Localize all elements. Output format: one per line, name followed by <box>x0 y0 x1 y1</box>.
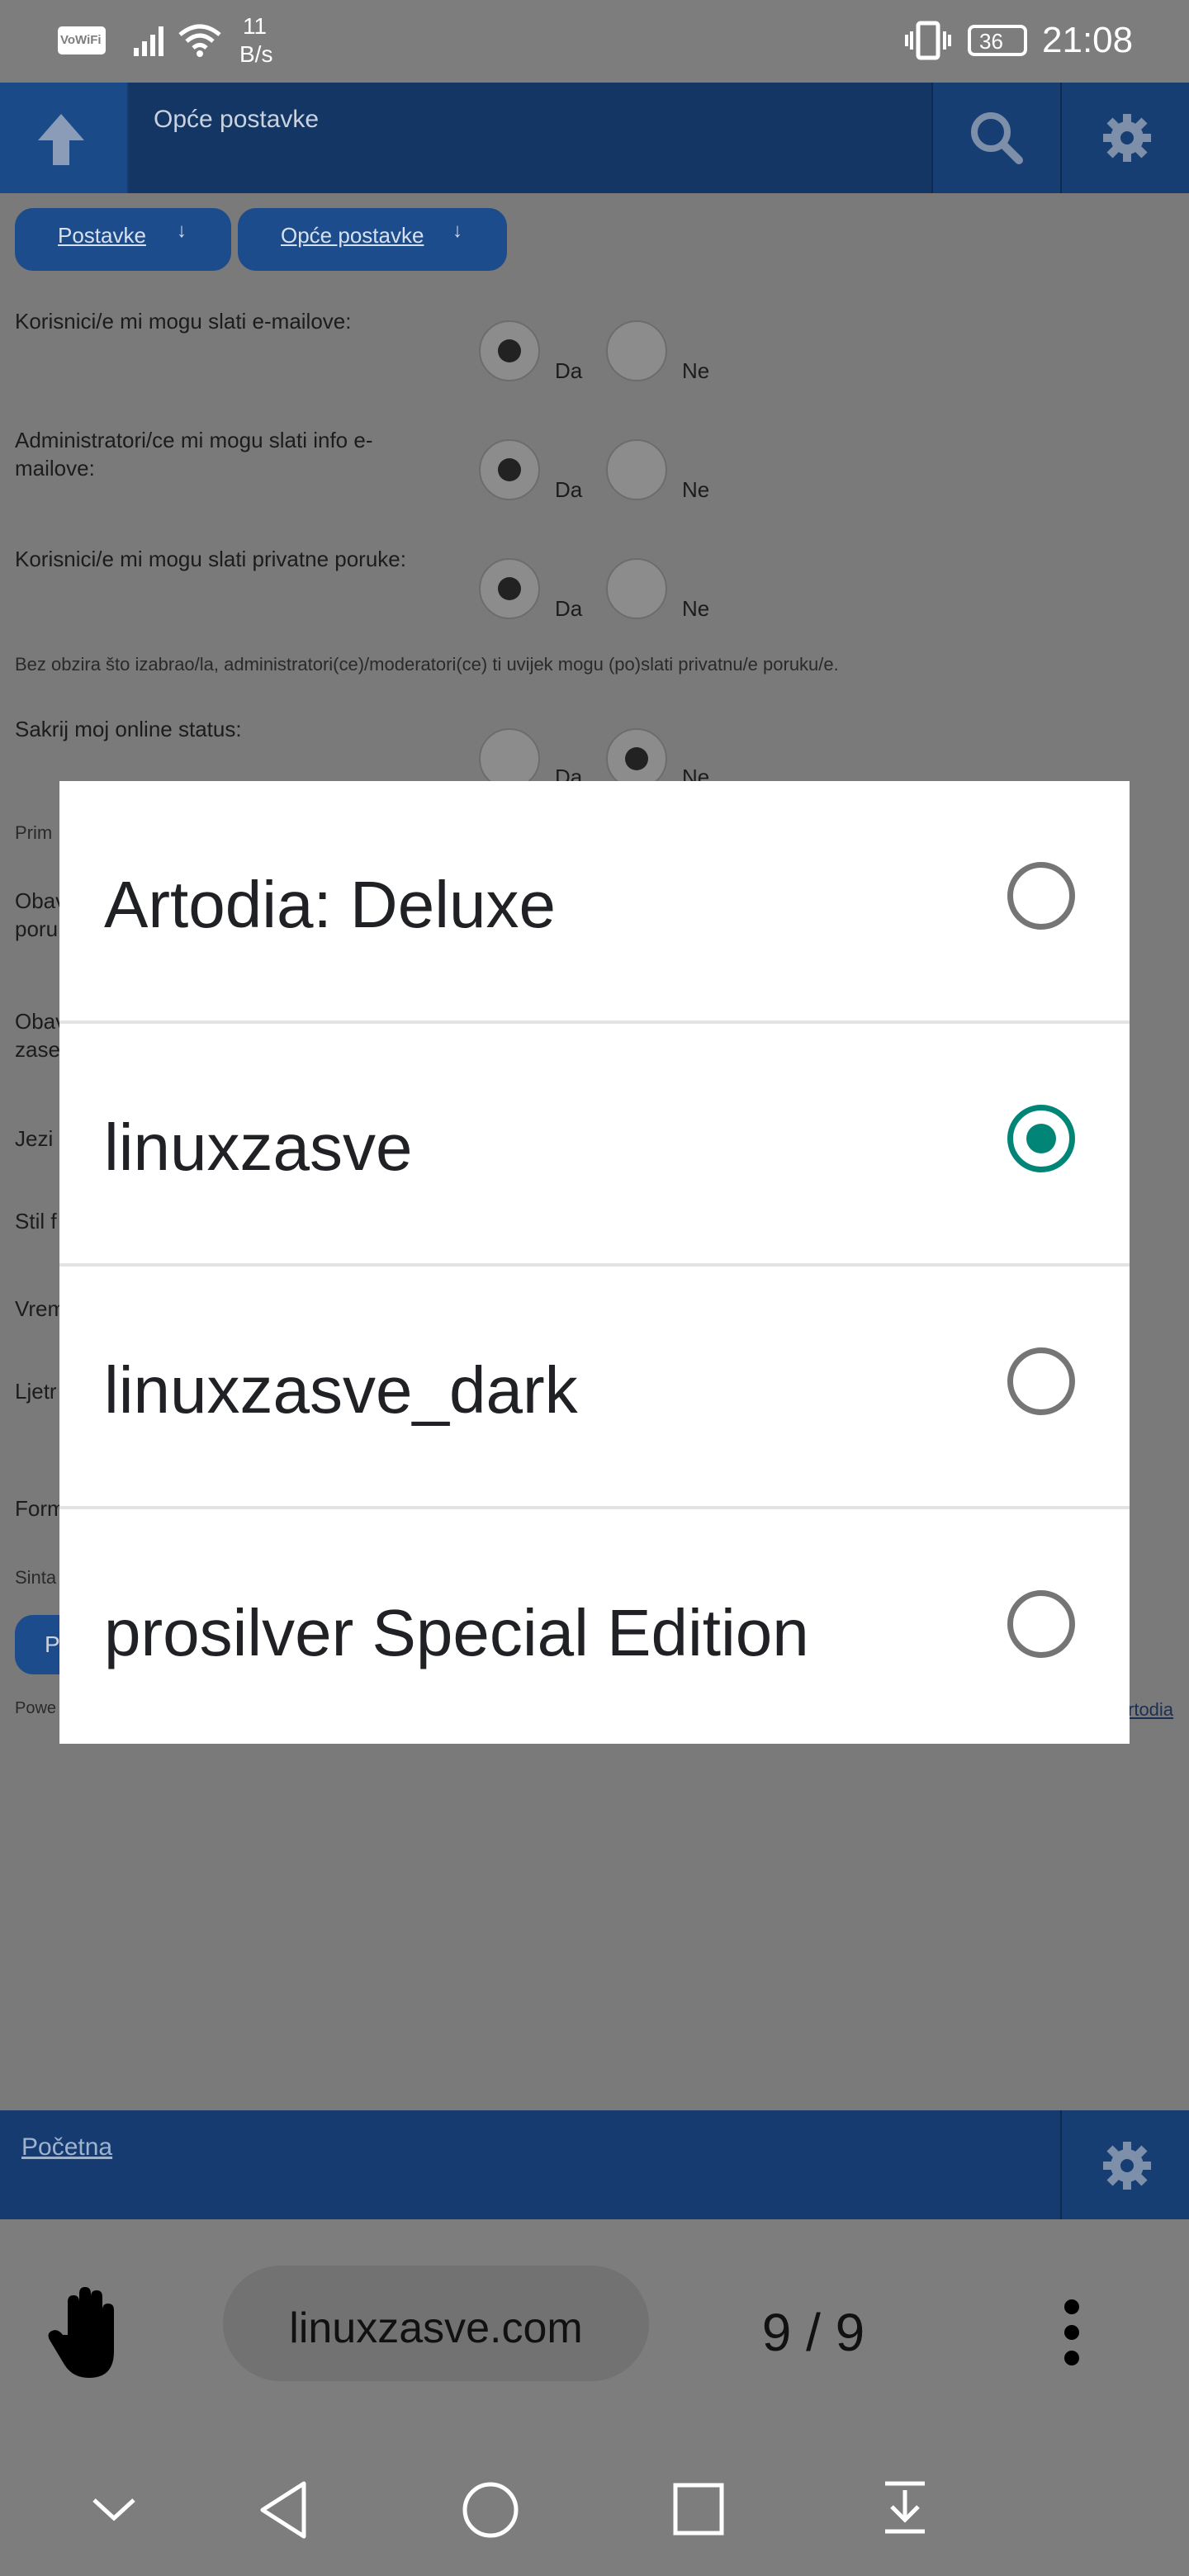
gear-icon <box>1103 2142 1151 2190</box>
partial-label: Vrem <box>15 1296 66 1321</box>
radio-no-label: Ne <box>682 358 710 383</box>
partial-label: Prim <box>15 822 53 843</box>
notification-pull-icon[interactable] <box>882 2479 928 2536</box>
radio-yes[interactable] <box>479 320 540 381</box>
theme-option-label: Artodia: Deluxe <box>104 868 556 941</box>
chevron-down-icon[interactable] <box>91 2493 137 2526</box>
partial-label: Ljetr <box>15 1379 57 1404</box>
back-icon[interactable] <box>256 2479 310 2541</box>
browser-toolbar: linuxzasve.com 9 / 9 <box>0 2219 1189 2444</box>
net-speed-unit: B/s <box>239 41 273 67</box>
vibrate-icon <box>905 21 951 60</box>
setting-label: Korisnici/e mi mogu slati e-mailove: <box>15 309 352 334</box>
partial-label: Obav <box>15 1009 67 1034</box>
partial-label: Stil f <box>15 1209 57 1234</box>
forum-footer: Početna <box>0 2110 1189 2219</box>
radio-button[interactable] <box>1007 862 1075 930</box>
home-link[interactable]: Početna <box>21 2133 112 2162</box>
theme-option-label: prosilver Special Edition <box>104 1596 809 1669</box>
footer-settings-button[interactable] <box>1060 2110 1189 2219</box>
gear-icon <box>1103 114 1151 162</box>
partial-label: Sinta <box>15 1567 57 1588</box>
header-title-area: Opće postavke <box>129 83 931 193</box>
radio-yes[interactable] <box>479 728 540 789</box>
page-title: Opće postavke <box>154 106 320 133</box>
radio-no-label: Ne <box>682 477 710 502</box>
theme-option-label: linuxzasve_dark <box>104 1353 578 1427</box>
breadcrumb-opce-postavke[interactable]: Opće postavke ↓ <box>238 208 507 271</box>
style-credit-link[interactable]: rtodia <box>1128 1699 1173 1721</box>
recents-icon[interactable] <box>672 2482 725 2536</box>
partial-label: Form <box>15 1496 65 1521</box>
setting-label: Administratori/ce mi mogu slati info e-m… <box>15 428 373 481</box>
url-text: linuxzasve.com <box>289 2304 583 2352</box>
battery-icon: 36 <box>968 25 1027 56</box>
home-icon[interactable] <box>461 2480 520 2540</box>
radio-yes-label: Da <box>555 596 583 621</box>
theme-select-dialog: Artodia: Deluxe linuxzasve linuxzasve_da… <box>59 781 1130 1744</box>
arrow-up-icon <box>38 114 84 165</box>
search-icon <box>971 112 1023 164</box>
setting-label: Korisnici/e mi mogu slati privatne poruk… <box>15 547 406 571</box>
radio-button[interactable] <box>1007 1590 1075 1658</box>
radio-no[interactable] <box>606 558 667 619</box>
forum-header: Opće postavke <box>0 83 1189 193</box>
wifi-icon <box>178 24 221 57</box>
settings-button[interactable] <box>1060 83 1189 193</box>
hand-icon[interactable] <box>43 2285 134 2384</box>
breadcrumb-postavke[interactable]: Postavke ↓ <box>15 208 231 271</box>
radio-button[interactable] <box>1007 1347 1075 1415</box>
system-navigation <box>0 2444 1189 2576</box>
status-bar: VoWiFi 11 B/s 36 21:08 <box>0 0 1189 83</box>
radio-no-label: Ne <box>682 596 710 621</box>
partial-label: poru <box>15 916 59 941</box>
arrow-down-icon: ↓ <box>452 220 462 242</box>
partial-label: Obav <box>15 888 67 913</box>
setting-label: Sakrij moj online status: <box>15 717 242 741</box>
more-vert-icon[interactable] <box>1055 2295 1088 2370</box>
up-button[interactable] <box>0 83 127 193</box>
partial-label: zase <box>15 1037 60 1062</box>
theme-option[interactable]: linuxzasve_dark <box>59 1267 1130 1509</box>
theme-option[interactable]: Artodia: Deluxe <box>59 781 1130 1024</box>
theme-option-selected[interactable]: linuxzasve <box>59 1024 1130 1267</box>
url-bar[interactable]: linuxzasve.com <box>223 2266 649 2381</box>
tab-counter[interactable]: 9 / 9 <box>727 2302 900 2363</box>
radio-button-selected[interactable] <box>1007 1105 1075 1172</box>
search-button[interactable] <box>931 83 1062 193</box>
signal-icon <box>134 26 163 56</box>
partial-label: Jezi <box>15 1126 54 1151</box>
radio-yes-label: Da <box>555 477 583 502</box>
theme-option[interactable]: prosilver Special Edition <box>59 1509 1130 1744</box>
theme-option-label: linuxzasve <box>104 1110 413 1184</box>
radio-no[interactable] <box>606 439 667 500</box>
radio-yes-label: Da <box>555 358 583 383</box>
radio-yes[interactable] <box>479 558 540 619</box>
arrow-down-icon: ↓ <box>177 220 187 242</box>
radio-no[interactable] <box>606 320 667 381</box>
clock: 21:08 <box>1042 20 1134 60</box>
vowifi-icon: VoWiFi <box>58 26 106 54</box>
net-speed-value: 11 <box>243 13 268 39</box>
radio-no[interactable] <box>606 728 667 789</box>
radio-yes[interactable] <box>479 439 540 500</box>
settings-note: Bez obzira što izabrao/la, administrator… <box>15 654 839 675</box>
powered-by: Powe <box>15 1699 57 1717</box>
